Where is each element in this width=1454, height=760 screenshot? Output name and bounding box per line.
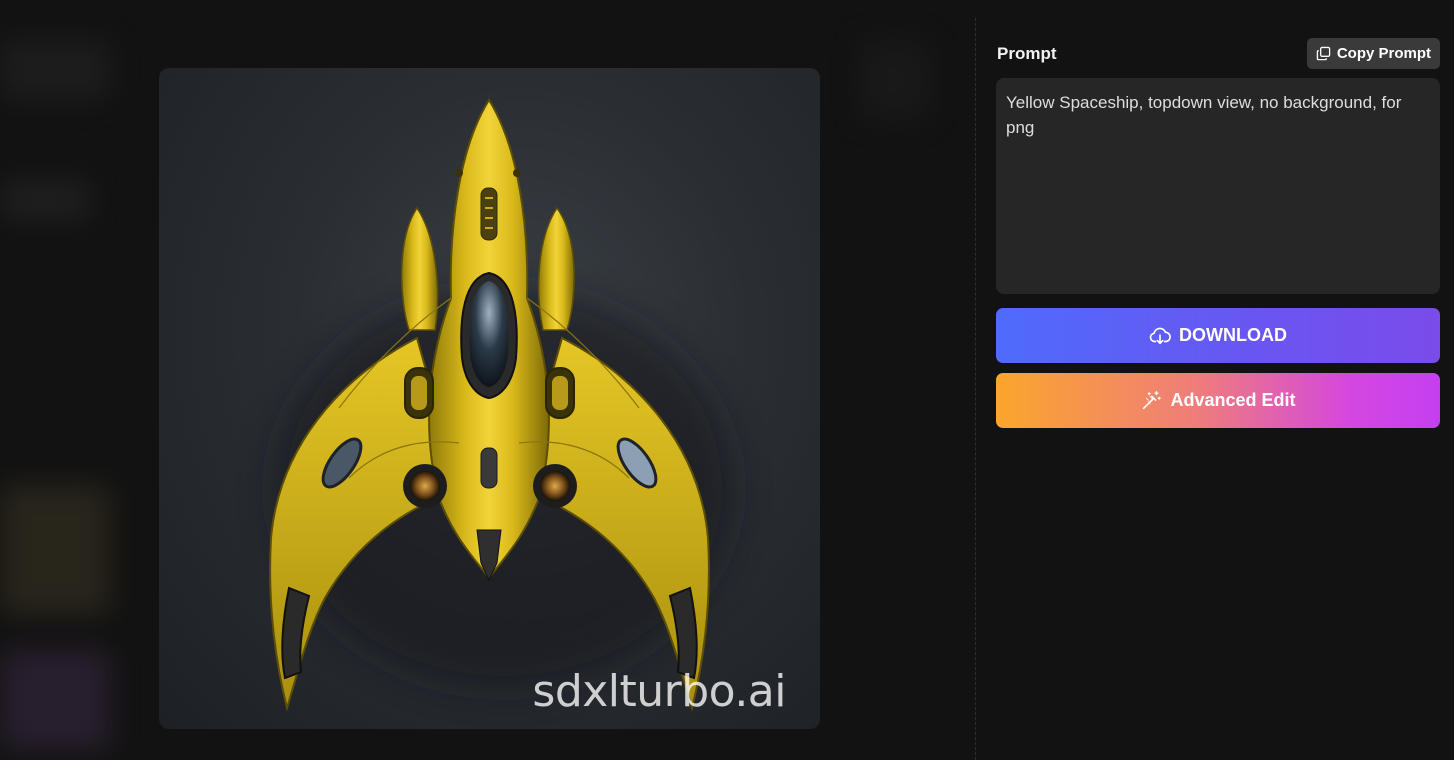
image-viewer-modal: sdxlturbo.ai Prompt Copy Prompt Yellow S… <box>0 0 1454 760</box>
prompt-title: Prompt <box>997 44 1057 63</box>
watermark-text: sdxlturbo.ai <box>532 666 786 717</box>
spaceship-illustration <box>269 98 734 712</box>
copy-prompt-button[interactable]: Copy Prompt <box>1306 38 1440 69</box>
prompt-textarea[interactable]: Yellow Spaceship, topdown view, no backg… <box>996 78 1440 294</box>
copy-icon <box>1316 46 1331 61</box>
download-label: DOWNLOAD <box>1179 325 1287 345</box>
advanced-edit-button[interactable]: Advanced Edit <box>996 373 1440 428</box>
advanced-edit-label: Advanced Edit <box>1170 390 1296 410</box>
prompt-panel: Prompt Copy Prompt Yellow Spaceship, top… <box>996 0 1440 760</box>
download-button[interactable]: DOWNLOAD <box>996 308 1440 363</box>
cloud-download-icon <box>1149 327 1171 344</box>
magic-wand-icon <box>1143 390 1162 409</box>
generated-image[interactable]: sdxlturbo.ai <box>159 68 820 729</box>
pane-divider <box>975 18 976 760</box>
copy-prompt-label: Copy Prompt <box>1336 45 1431 62</box>
image-pane: sdxlturbo.ai <box>0 0 975 760</box>
prompt-header: Prompt Copy Prompt <box>996 38 1440 69</box>
